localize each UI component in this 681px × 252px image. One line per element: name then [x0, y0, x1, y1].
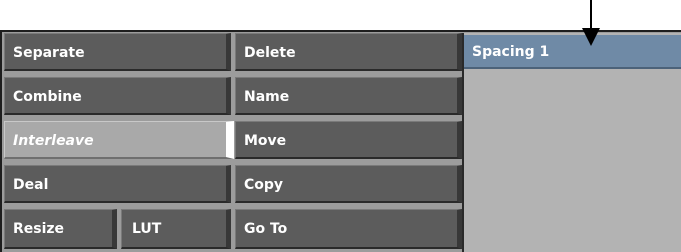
callout-arrow-icon — [582, 28, 600, 46]
name-button[interactable]: Name — [235, 77, 462, 115]
delete-button[interactable]: Delete — [235, 33, 462, 71]
combine-button[interactable]: Combine — [4, 77, 231, 115]
resize-button[interactable]: Resize — [4, 209, 117, 249]
move-button[interactable]: Move — [235, 121, 462, 159]
separate-button[interactable]: Separate — [4, 33, 231, 71]
interleave-button[interactable]: Interleave — [4, 121, 234, 159]
copy-button[interactable]: Copy — [235, 165, 462, 203]
deal-button[interactable]: Deal — [4, 165, 231, 203]
spacing-field[interactable]: Spacing 1 — [464, 35, 681, 69]
callout-arrow-line — [590, 0, 592, 30]
goto-button[interactable]: Go To — [235, 209, 462, 249]
lut-button[interactable]: LUT — [121, 209, 231, 249]
